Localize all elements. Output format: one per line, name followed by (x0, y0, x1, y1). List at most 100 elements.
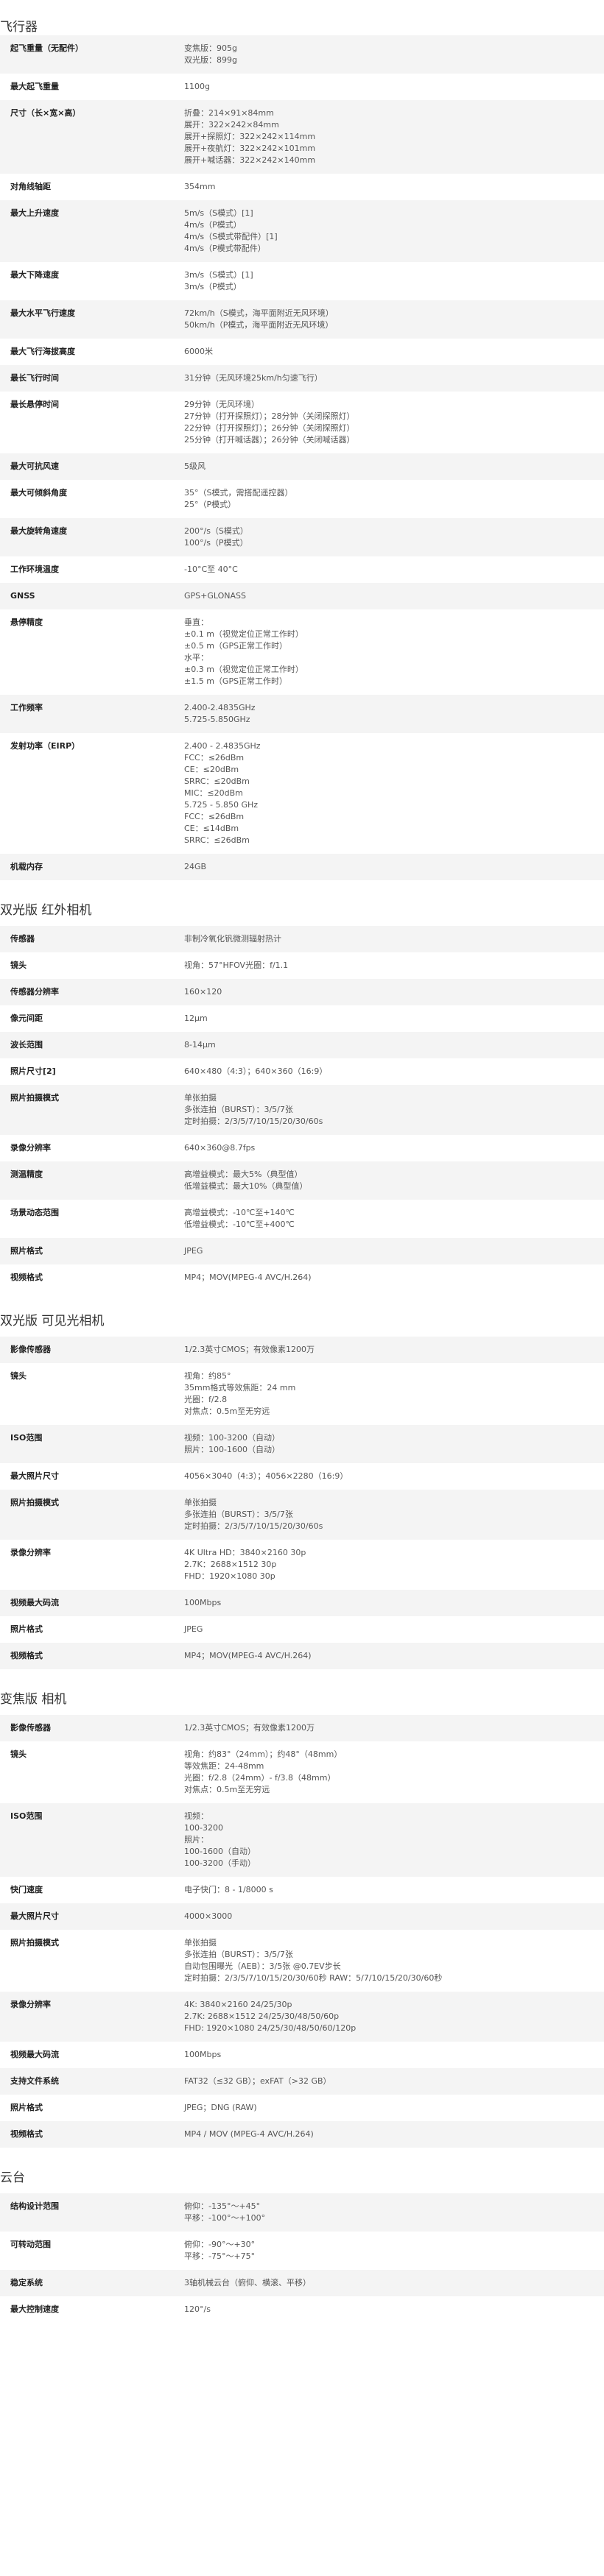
spec-row: 测温精度 高增益模式：最大5%（典型值） 低增益模式：最大10%（典型值） (0, 1161, 604, 1200)
spec-label: 最大照片尺寸 (10, 1911, 59, 1921)
spec-value-line: 100Mbps (184, 2050, 222, 2059)
spec-label: 最长悬停时间 (10, 400, 59, 409)
spec-value: 视角：57°HFOV光圈：f/1.1 (184, 952, 604, 979)
spec-value-line: 5.725 - 5.850 GHz (184, 800, 259, 810)
spec-value: 24GB (184, 854, 604, 880)
spec-label: 照片拍摄模式 (10, 1498, 59, 1507)
spec-value-line: 3m/s（S模式）[1] (184, 270, 253, 280)
spec-label: 最大起飞重量 (10, 82, 59, 91)
spec-value: 31分钟（无风环境25km/h匀速飞行） (184, 365, 604, 392)
spec-label: 支持文件系统 (10, 2076, 59, 2086)
spec-value: 视角：约85° 35mm格式等效焦距：24 mm 光圈：f/2.8 对焦点：0.5m至… (184, 1363, 604, 1425)
spec-value-line: 光圈：f/2.8 (184, 1395, 228, 1404)
spec-label: 起飞重量（无配件） (10, 43, 83, 53)
spec-row: 传感器分辨率 160×120 (0, 979, 604, 1005)
spec-value-line: GPS+GLONASS (184, 591, 246, 601)
spec-value: 变焦版：905g 双光版：899g (184, 35, 604, 74)
spec-value-line: ±1.5 m（GPS正常工作时） (184, 676, 288, 686)
spec-value-line: JPEG (184, 1624, 203, 1634)
spec-row: 录像分辨率 640×360@8.7fps (0, 1135, 604, 1161)
spec-label: 快门速度 (10, 1885, 43, 1894)
spec-value-line: -10°C至 40°C (184, 565, 238, 574)
spec-value: MP4；MOV(MPEG-4 AVC/H.264) (184, 1264, 604, 1291)
spec-value-line: 27分钟（打开探照灯）；28分钟（关闭探照灯） (184, 411, 355, 421)
spec-value-line: 4000×3000 (184, 1911, 233, 1921)
section-title: 双光版 红外相机 (0, 903, 92, 918)
spec-value-line: 多张连拍（BURST）：3/5/7张 (184, 1105, 293, 1114)
spec-label: 录像分辨率 (10, 1143, 51, 1153)
spec-label: 镜头 (10, 960, 27, 970)
spec-value-line: 31分钟（无风环境25km/h匀速飞行） (184, 373, 323, 383)
spec-value: GPS+GLONASS (184, 583, 604, 609)
spec-label: 测温精度 (10, 1170, 43, 1179)
spec-page: 飞行器 起飞重量（无配件） 变焦版：905g 双光版：899g 最大起飞重量 1100g 尺… (0, 0, 604, 2323)
spec-value-line: 100-3200（手动） (184, 1858, 256, 1868)
section-title: 飞行器 (0, 20, 38, 35)
spec-value: FAT32（≤32 GB）；exFAT（>32 GB） (184, 2068, 604, 2095)
spec-row: 支持文件系统 FAT32（≤32 GB）；exFAT（>32 GB） (0, 2068, 604, 2095)
spec-value-line: 平移：-100°～+100° (184, 2213, 266, 2223)
spec-row: 对角线轴距 354mm (0, 174, 604, 200)
spec-value-line: 25°（P模式） (184, 500, 236, 509)
spec-value-line: MP4 / MOV (MPEG-4 AVC/H.264) (184, 2129, 314, 2139)
spec-row: 镜头 视角：57°HFOV光圈：f/1.1 (0, 952, 604, 979)
spec-label: 最长飞行时间 (10, 373, 59, 383)
spec-value-line: 定时拍摄：2/3/5/7/10/15/20/30/60秒 RAW：5/7/10/… (184, 1973, 443, 1983)
spec-value-line: 3轴机械云台（俯仰、横滚、平移） (184, 2278, 311, 2287)
spec-value: 4000×3000 (184, 1903, 604, 1930)
spec-value-line: 35°（S模式，需搭配遥控器） (184, 488, 293, 498)
spec-value-line: 对焦点：0.5m至无穷远 (184, 1785, 270, 1794)
spec-row: 起飞重量（无配件） 变焦版：905g 双光版：899g (0, 35, 604, 74)
spec-value-line: MP4；MOV(MPEG-4 AVC/H.264) (184, 1273, 312, 1282)
section-title: 双光版 可见光相机 (0, 1314, 105, 1328)
spec-value-line: 100Mbps (184, 1598, 222, 1607)
spec-value-line: 2.400-2.4835GHz (184, 703, 256, 712)
spec-label: 照片拍摄模式 (10, 1093, 59, 1103)
spec-label: 对角线轴距 (10, 182, 51, 191)
spec-value: 高增益模式：-10℃至+140℃ 低增益模式：-10℃至+400℃ (184, 1200, 604, 1238)
spec-row: 录像分辨率 4K: 3840×2160 24/25/30p 2.7K: 2688×1… (0, 1992, 604, 2042)
spec-value: 2.400 - 2.4835GHz FCC：≤26dBm CE：≤20dBm SRRC… (184, 733, 604, 854)
spec-row: 最长悬停时间 29分钟（无风环境） 27分钟（打开探照灯）；28分钟（关闭探照灯） 2… (0, 392, 604, 453)
spec-label: 像元间距 (10, 1013, 43, 1023)
spec-value-line: 视频： (184, 1811, 208, 1821)
spec-value-line: FHD：1920×1080 30p (184, 1571, 275, 1581)
spec-label: 悬停精度 (10, 618, 43, 627)
spec-value: 8-14μm (184, 1032, 604, 1058)
spec-label: 镜头 (10, 1371, 27, 1381)
spec-value: 垂直： ±0.1 m（视觉定位正常工作时） ±0.5 m（GPS正常工作时） 水平： ±… (184, 609, 604, 695)
spec-label: GNSS (10, 591, 35, 601)
spec-value-line: 4K Ultra HD：3840×2160 30p (184, 1548, 306, 1557)
spec-value: 折叠：214×91×84mm 展开：322×242×84mm 展开+探照灯：322×… (184, 100, 604, 174)
spec-value-line: 单张拍摄 (184, 1093, 217, 1103)
spec-label: 最大下降速度 (10, 270, 59, 280)
spec-row: 视频最大码流 100Mbps (0, 1590, 604, 1616)
spec-value: 120°/s (184, 2296, 604, 2323)
spec-row: 视频格式 MP4 / MOV (MPEG-4 AVC/H.264) (0, 2121, 604, 2148)
spec-value-line: MIC：≤20dBm (184, 788, 243, 798)
spec-row: 最大控制速度 120°/s (0, 2296, 604, 2323)
spec-value-line: 640×360@8.7fps (184, 1143, 256, 1153)
spec-value-line: 视频：100-3200（自动） (184, 1433, 280, 1443)
spec-value: 3轴机械云台（俯仰、横滚、平移） (184, 2270, 604, 2296)
spec-value-line: 8-14μm (184, 1040, 216, 1050)
spec-value-line: 展开：322×242×84mm (184, 120, 279, 130)
spec-label: 视频格式 (10, 2129, 43, 2139)
spec-value-line: 视角：57°HFOV光圈：f/1.1 (184, 960, 289, 970)
spec-value-line: 1100g (184, 82, 210, 91)
spec-table: 传感器 非制冷氧化钒微测辐射热计 镜头 视角：57°HFOV光圈：f/1.1 传感器分辨… (0, 926, 604, 1291)
spec-value: 160×120 (184, 979, 604, 1005)
section-title: 云台 (0, 2170, 25, 2185)
spec-row: 可转动范围 俯仰：-90°～+30° 平移：-75°～+75° (0, 2232, 604, 2270)
spec-value: 4K Ultra HD：3840×2160 30p 2.7K：2688×1512 … (184, 1540, 604, 1590)
spec-value: 非制冷氧化钒微测辐射热计 (184, 926, 604, 952)
spec-value: 1/2.3英寸CMOS；有效像素1200万 (184, 1715, 604, 1741)
spec-label: 最大飞行海拔高度 (10, 347, 75, 356)
spec-row: 镜头 视角：约85° 35mm格式等效焦距：24 mm 光圈：f/2.8 对焦点：0.5… (0, 1363, 604, 1425)
spec-value-line: 4m/s（P模式） (184, 220, 242, 230)
spec-value-line: 单张拍摄 (184, 1498, 217, 1507)
spec-value-line: 垂直： (184, 618, 208, 627)
spec-value-line: CE：≤20dBm (184, 765, 239, 774)
spec-label: 发射功率（EIRP） (10, 741, 80, 751)
spec-value-line: FCC：≤26dBm (184, 753, 245, 762)
